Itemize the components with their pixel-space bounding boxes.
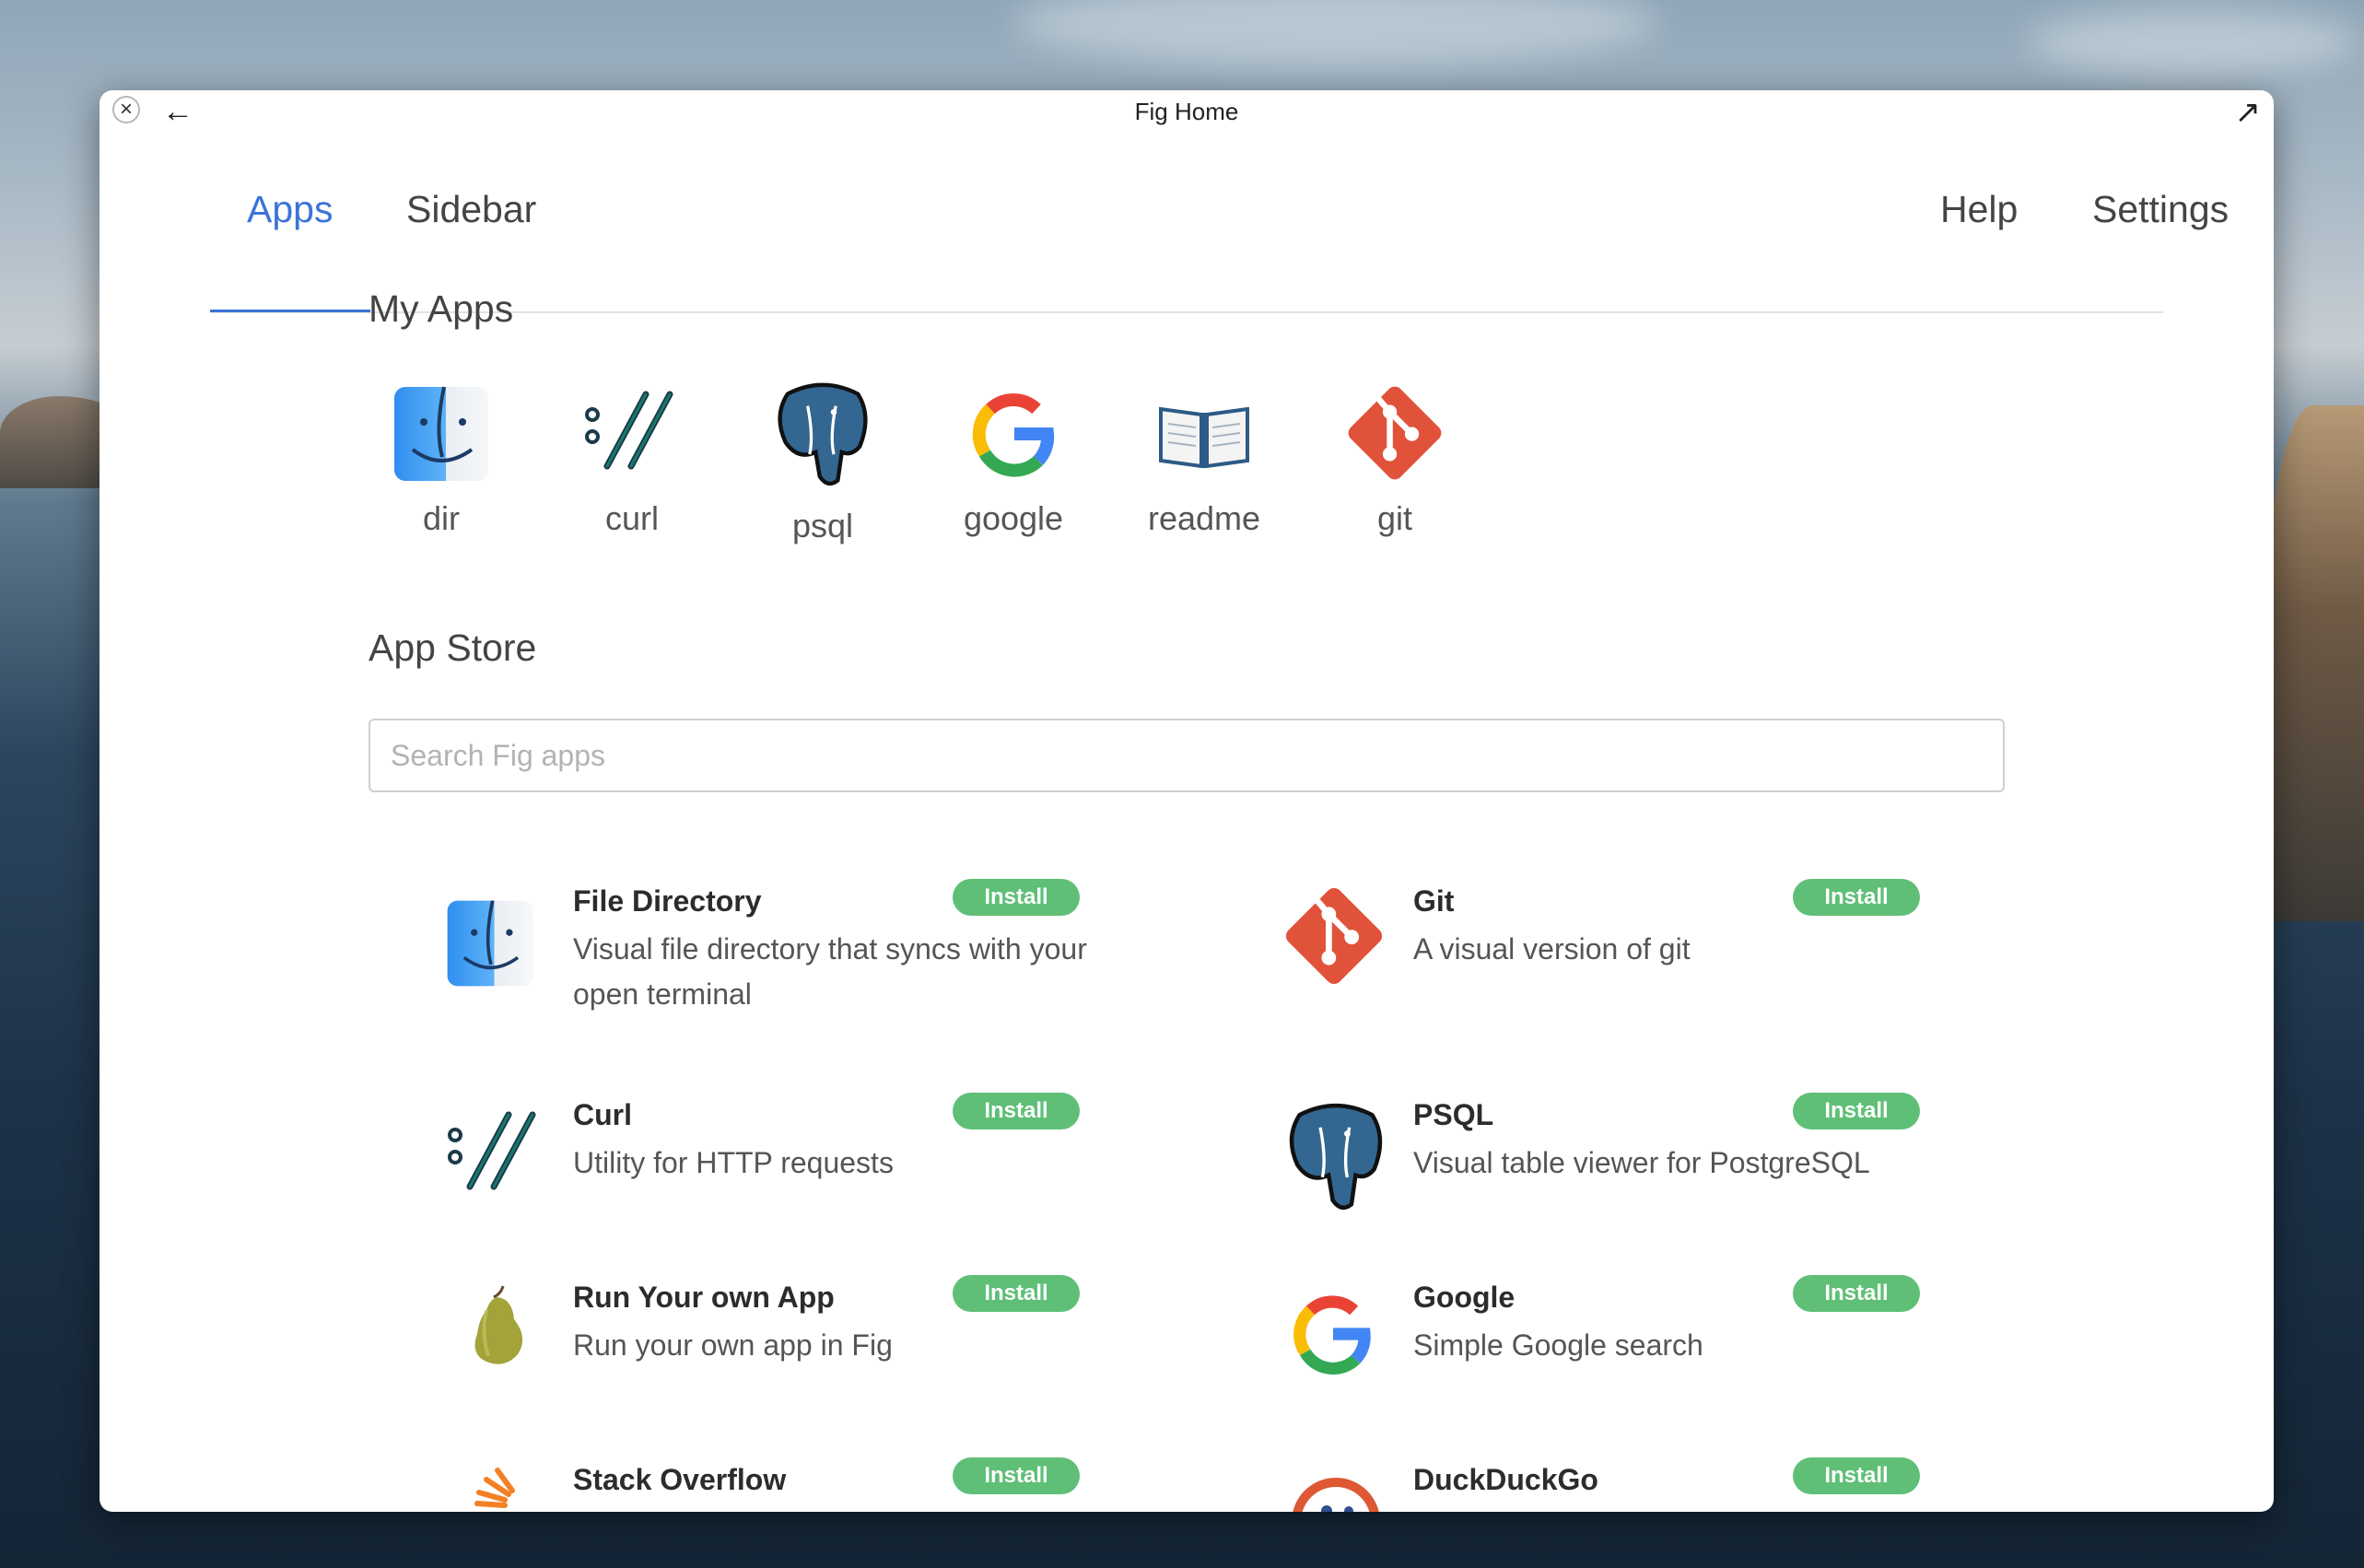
my-app-label: curl — [604, 499, 659, 537]
google-icon — [963, 383, 1064, 485]
pear-icon — [444, 1281, 545, 1382]
store-app-run-your-own: Run Your own App Run your own app in Fig… — [444, 1275, 1126, 1437]
store-app-name: PSQL — [1413, 1098, 1494, 1131]
stack-overflow-icon — [444, 1463, 545, 1512]
tab-apps[interactable]: Apps — [247, 188, 333, 231]
install-button[interactable]: Install — [1793, 1457, 1920, 1494]
background-cloud — [1013, 0, 1658, 64]
duckduckgo-icon — [1284, 1463, 1386, 1512]
store-app-stack-overflow: Stack Overflow Install — [444, 1457, 1126, 1512]
store-app-file-directory: File Directory Visual file directory tha… — [444, 879, 1126, 1041]
store-app-name: DuckDuckGo — [1413, 1463, 1598, 1496]
my-app-label: git — [1376, 499, 1413, 537]
store-app-git: Git A visual version of git Install — [1284, 879, 1966, 1041]
install-button[interactable]: Install — [1793, 879, 1920, 916]
my-apps-heading: My Apps — [369, 287, 514, 330]
window-title: Fig Home — [1134, 98, 1239, 125]
top-nav-tabs: Apps Sidebar Help Settings — [210, 133, 2229, 313]
store-app-description: Simple Google search — [1413, 1328, 1703, 1362]
my-app-git[interactable]: git — [1326, 383, 1464, 538]
my-app-readme[interactable]: readme — [1135, 383, 1273, 538]
finder-icon — [444, 884, 545, 987]
store-app-psql: PSQL Visual table viewer for PostgreSQL … — [1284, 1093, 1966, 1255]
tab-help[interactable]: Help — [1940, 188, 2018, 231]
store-app-name: Curl — [573, 1098, 632, 1131]
app-store-heading: App Store — [369, 626, 537, 669]
store-app-description: Visual table viewer for PostgreSQL — [1413, 1146, 1870, 1179]
store-app-curl: Curl Utility for HTTP requests Install — [444, 1093, 1126, 1255]
install-button[interactable]: Install — [953, 879, 1080, 916]
my-app-curl[interactable]: curl — [563, 383, 701, 538]
install-button[interactable]: Install — [953, 1093, 1080, 1129]
install-button[interactable]: Install — [1793, 1093, 1920, 1129]
store-app-name: File Directory — [573, 884, 762, 918]
google-icon — [1284, 1281, 1386, 1382]
my-app-label: psql — [791, 507, 854, 544]
curl-icon — [444, 1098, 545, 1199]
active-tab-indicator — [210, 310, 370, 312]
postgresql-elephant-icon — [1284, 1098, 1386, 1211]
git-icon — [1344, 383, 1445, 485]
postgresql-elephant-icon — [772, 382, 873, 486]
git-icon — [1284, 884, 1386, 986]
my-app-google[interactable]: google — [944, 383, 1083, 538]
store-app-google: Google Simple Google search Install — [1284, 1275, 1966, 1437]
fig-home-window: × ← Fig Home ↗ Apps Sidebar Help Setting… — [99, 90, 2274, 1512]
store-app-name: Google — [1413, 1281, 1516, 1314]
my-app-label: readme — [1147, 499, 1261, 537]
store-app-name: Run Your own App — [573, 1281, 835, 1314]
store-app-description: Utility for HTTP requests — [573, 1146, 894, 1179]
tab-settings[interactable]: Settings — [2092, 188, 2229, 231]
my-app-psql[interactable]: psql — [754, 382, 892, 545]
install-button[interactable]: Install — [953, 1457, 1080, 1494]
my-app-label: google — [963, 499, 1064, 537]
store-app-name: Git — [1413, 884, 1455, 918]
tab-sidebar[interactable]: Sidebar — [406, 188, 536, 231]
expand-arrow-icon[interactable]: ↗ — [2235, 94, 2262, 131]
search-input[interactable] — [369, 719, 2005, 792]
background-cloud — [2027, 9, 2358, 74]
open-book-icon — [1153, 383, 1255, 485]
my-app-label: dir — [422, 499, 460, 537]
store-app-description: A visual version of git — [1413, 932, 1691, 965]
finder-icon — [391, 383, 492, 485]
store-app-name: Stack Overflow — [573, 1463, 787, 1496]
install-button[interactable]: Install — [1793, 1275, 1920, 1312]
install-button[interactable]: Install — [953, 1275, 1080, 1312]
title-bar: × ← Fig Home ↗ — [99, 90, 2274, 133]
store-app-duckduckgo: DuckDuckGo Install — [1284, 1457, 1966, 1512]
background-cliff — [2263, 405, 2364, 921]
curl-icon — [581, 383, 683, 485]
store-app-description: Visual file directory that syncs with yo… — [573, 932, 1087, 1011]
my-app-dir[interactable]: dir — [372, 383, 510, 538]
store-app-description: Run your own app in Fig — [573, 1328, 893, 1362]
